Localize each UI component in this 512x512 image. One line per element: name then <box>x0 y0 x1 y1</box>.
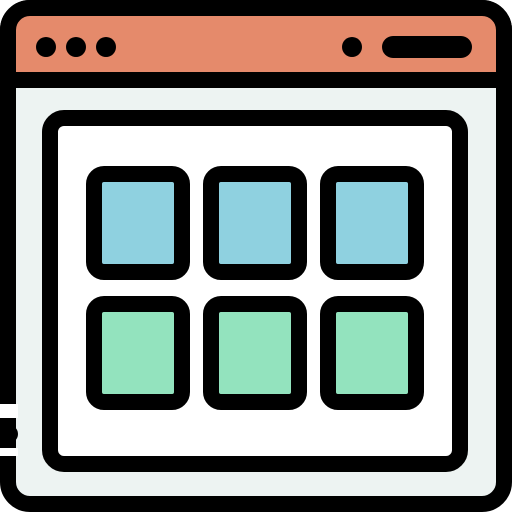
grid-tile-1 <box>86 166 190 280</box>
grid-tile-6 <box>320 296 424 410</box>
frame-gap <box>0 404 18 418</box>
browser-window-grid-icon-graphic <box>0 0 512 512</box>
window-control-dot-minimize <box>66 37 86 57</box>
grid-tile-4 <box>86 296 190 410</box>
grid-tile-3 <box>320 166 424 280</box>
browser-window-grid-icon <box>0 0 512 512</box>
grid-tile-5 <box>203 296 307 410</box>
address-bar-pill <box>382 36 472 58</box>
window-control-dot-close <box>36 37 56 57</box>
window-control-dot-maximize <box>96 37 116 57</box>
menu-dot-icon <box>342 37 362 57</box>
grid-tile-2 <box>203 166 307 280</box>
frame-gap-2 <box>0 448 18 456</box>
frame-dot <box>0 425 18 443</box>
